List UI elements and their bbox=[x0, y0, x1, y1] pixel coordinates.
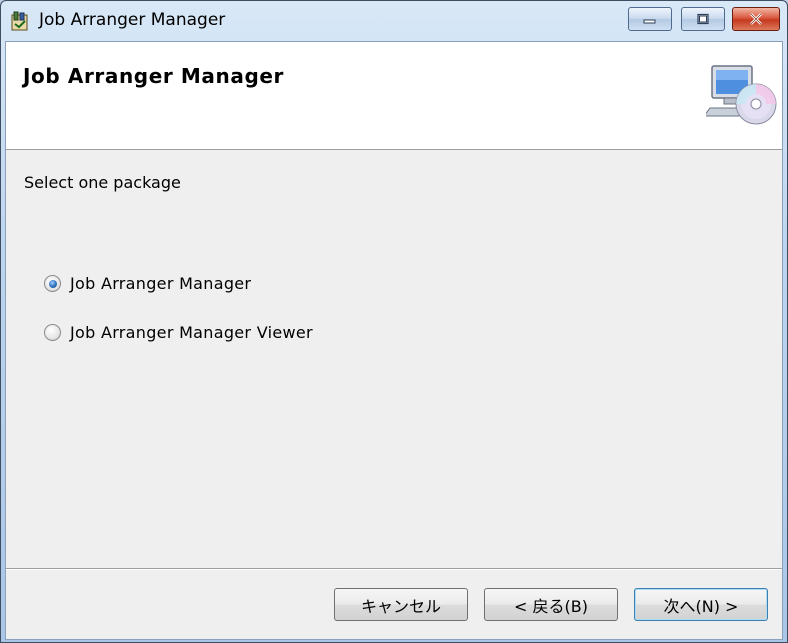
dialog-client-area: Job Arranger Manager Select one package … bbox=[5, 41, 783, 640]
option-label: Job Arranger Manager Viewer bbox=[70, 323, 313, 342]
radio-button-selected[interactable] bbox=[44, 275, 61, 292]
package-prompt: Select one package bbox=[24, 173, 181, 192]
back-button[interactable]: < 戻る(B) bbox=[484, 588, 618, 621]
installer-window: Job Arranger Manager Job Arranger Manage… bbox=[0, 0, 788, 643]
minimize-icon bbox=[643, 19, 656, 24]
option-job-arranger-manager-viewer[interactable]: Job Arranger Manager Viewer bbox=[44, 323, 313, 342]
option-job-arranger-manager[interactable]: Job Arranger Manager bbox=[44, 274, 251, 293]
cancel-button[interactable]: キャンセル bbox=[334, 588, 468, 621]
next-button[interactable]: 次へ(N) > bbox=[634, 588, 768, 621]
close-button[interactable] bbox=[732, 7, 780, 31]
radio-button[interactable] bbox=[44, 324, 61, 341]
minimize-button[interactable] bbox=[628, 7, 672, 31]
title-bar[interactable]: Job Arranger Manager bbox=[1, 1, 787, 41]
header-banner: Job Arranger Manager bbox=[6, 42, 782, 150]
banner-title: Job Arranger Manager bbox=[23, 64, 284, 88]
footer-separator bbox=[6, 568, 782, 570]
computer-with-disc-icon bbox=[706, 65, 777, 125]
option-label: Job Arranger Manager bbox=[70, 274, 252, 293]
installer-box-icon bbox=[11, 11, 28, 31]
maximize-icon bbox=[697, 13, 709, 25]
close-icon bbox=[750, 13, 762, 25]
maximize-button[interactable] bbox=[681, 7, 725, 31]
window-title: Job Arranger Manager bbox=[39, 10, 226, 30]
